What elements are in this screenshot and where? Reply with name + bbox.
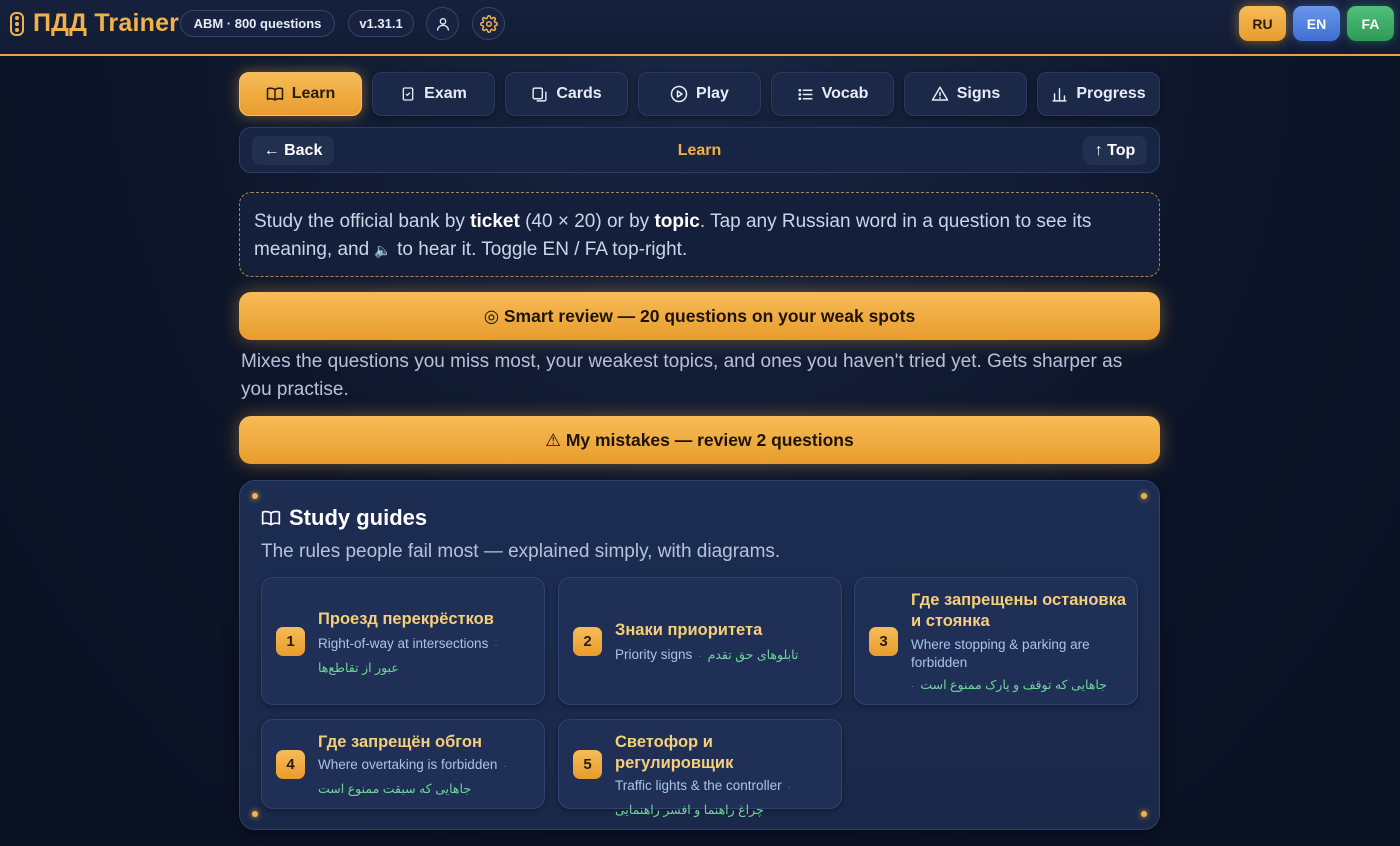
- tab-learn[interactable]: Learn: [239, 72, 362, 116]
- guide-card-3[interactable]: 3 Где запрещены остановка и стоянка Wher…: [854, 577, 1138, 705]
- guide-title-ru: Светофор и регулировщик: [615, 733, 734, 772]
- guide-card-1[interactable]: 1 Проезд перекрёстков Right-of-way at in…: [261, 577, 545, 705]
- gear-icon: [479, 14, 498, 33]
- guide-number: 2: [573, 627, 602, 656]
- tab-label: Cards: [556, 85, 602, 102]
- version-pill: v1.31.1: [348, 10, 414, 37]
- guide-number: 1: [276, 627, 305, 656]
- separator-dot: ·: [911, 681, 915, 692]
- intro-text: Study the official bank by: [254, 211, 471, 232]
- corner-dot: [1141, 811, 1147, 817]
- guide-title-ru: Проезд перекрёстков: [318, 610, 494, 628]
- checklist-icon: [402, 87, 414, 101]
- study-guides-title: Study guides: [261, 505, 427, 531]
- guide-title-fa: تابلوهای حق تقدم: [707, 648, 799, 662]
- tab-label: Play: [696, 85, 729, 102]
- tab-label: Progress: [1076, 85, 1146, 102]
- guide-title-fa: عبور از تقاطع‌ها: [318, 661, 399, 675]
- intro-topic: topic: [654, 211, 700, 232]
- corner-dot: [1141, 493, 1147, 499]
- tab-play[interactable]: Play: [638, 72, 761, 116]
- guide-title-fa: چراغ راهنما و افسر راهنمایی: [615, 803, 764, 817]
- top-bar: ПДД Trainer ABM · 800 questions v1.31.1 …: [0, 0, 1400, 56]
- intro-text: to hear it. Toggle EN / FA top-right.: [391, 239, 688, 260]
- corner-dot: [252, 493, 258, 499]
- lang-en-button[interactable]: EN: [1293, 6, 1340, 41]
- tab-label: Vocab: [821, 85, 869, 102]
- guide-number: 4: [276, 750, 305, 779]
- page-title: Learn: [677, 142, 722, 159]
- cards-icon: [532, 86, 547, 102]
- speaker-icon: 🔈: [374, 242, 392, 258]
- guide-number: 5: [573, 750, 602, 779]
- separator-dot: ·: [494, 640, 498, 651]
- guide-card-2[interactable]: 2 Знаки приоритета Priority signs · تابلوه…: [558, 577, 842, 705]
- section-navbar: ← Back Learn ↑ Top: [239, 127, 1160, 173]
- brand[interactable]: ПДД Trainer: [10, 9, 179, 38]
- smart-review-description: Mixes the questions you miss most, your …: [241, 351, 1123, 400]
- user-icon: [436, 17, 449, 31]
- study-guides-panel: Study guides The rules people fail most …: [239, 480, 1160, 830]
- intro-text: (40 × 20) or by: [519, 211, 655, 232]
- smart-review-button[interactable]: ◎ Smart review — 20 questions on your we…: [239, 292, 1160, 340]
- bar-chart-icon: [1052, 87, 1067, 102]
- study-guides-subtitle: The rules people fail most — explained s…: [261, 541, 781, 562]
- tab-signs[interactable]: Signs: [904, 72, 1027, 116]
- intro-box: Study the official bank by ticket (40 × …: [239, 192, 1160, 277]
- guide-title-en: Where overtaking is forbidden: [318, 757, 498, 772]
- traffic-light-icon: [10, 11, 24, 36]
- brand-title: ПДД Trainer: [33, 9, 180, 37]
- list-icon: [797, 88, 813, 100]
- tab-label: Exam: [424, 85, 467, 102]
- guide-title-ru: Знаки приоритета: [615, 621, 763, 639]
- guide-title-en: Traffic lights & the controller: [615, 778, 782, 793]
- my-mistakes-button[interactable]: ⚠ My mistakes — review 2 questions: [239, 416, 1160, 464]
- guide-title-ru: Где запрещён обгон: [318, 733, 482, 751]
- question-bank-pill[interactable]: ABM · 800 questions: [180, 10, 335, 37]
- guide-title-fa: جاهایی که سبقت ممنوع است: [318, 782, 472, 796]
- guides-title-text: Study guides: [289, 505, 428, 530]
- tab-exam[interactable]: Exam: [372, 72, 495, 116]
- tab-label: Signs: [956, 85, 1001, 102]
- tab-cards[interactable]: Cards: [505, 72, 628, 116]
- warning-icon: [931, 86, 948, 101]
- book-icon: [266, 87, 283, 101]
- book-icon: [261, 510, 281, 526]
- lang-fa-button[interactable]: FA: [1347, 6, 1394, 41]
- tab-label: Learn: [291, 85, 336, 102]
- tab-progress[interactable]: Progress: [1037, 72, 1160, 116]
- intro-ticket: ticket: [470, 211, 520, 232]
- profile-button[interactable]: [426, 7, 459, 40]
- guide-title-ru: Где запрещены остановка и стоянка: [911, 591, 1126, 630]
- scroll-top-button[interactable]: ↑ Top: [1083, 136, 1147, 165]
- guide-number: 3: [869, 627, 898, 656]
- settings-button[interactable]: [472, 7, 505, 40]
- guide-title-en: Where stopping & parking are forbidden: [911, 637, 1090, 670]
- guide-title-en: Priority signs: [615, 647, 693, 662]
- separator-dot: ·: [698, 651, 702, 662]
- separator-dot: ·: [503, 761, 507, 772]
- guide-card-5[interactable]: 5 Светофор и регулировщик Traffic lights…: [558, 719, 842, 817]
- corner-dot: [252, 811, 258, 817]
- guide-title-fa: جاهایی که توقف و پارک ممنوع است: [920, 678, 1107, 692]
- separator-dot: ·: [787, 782, 791, 793]
- lang-ru-button[interactable]: RU: [1239, 6, 1286, 41]
- play-icon: [670, 85, 688, 103]
- guide-title-en: Right-of-way at intersections: [318, 636, 489, 651]
- tab-vocab[interactable]: Vocab: [771, 72, 894, 116]
- guide-card-4[interactable]: 4 Где запрещён обгон Where overtaking is…: [261, 719, 545, 809]
